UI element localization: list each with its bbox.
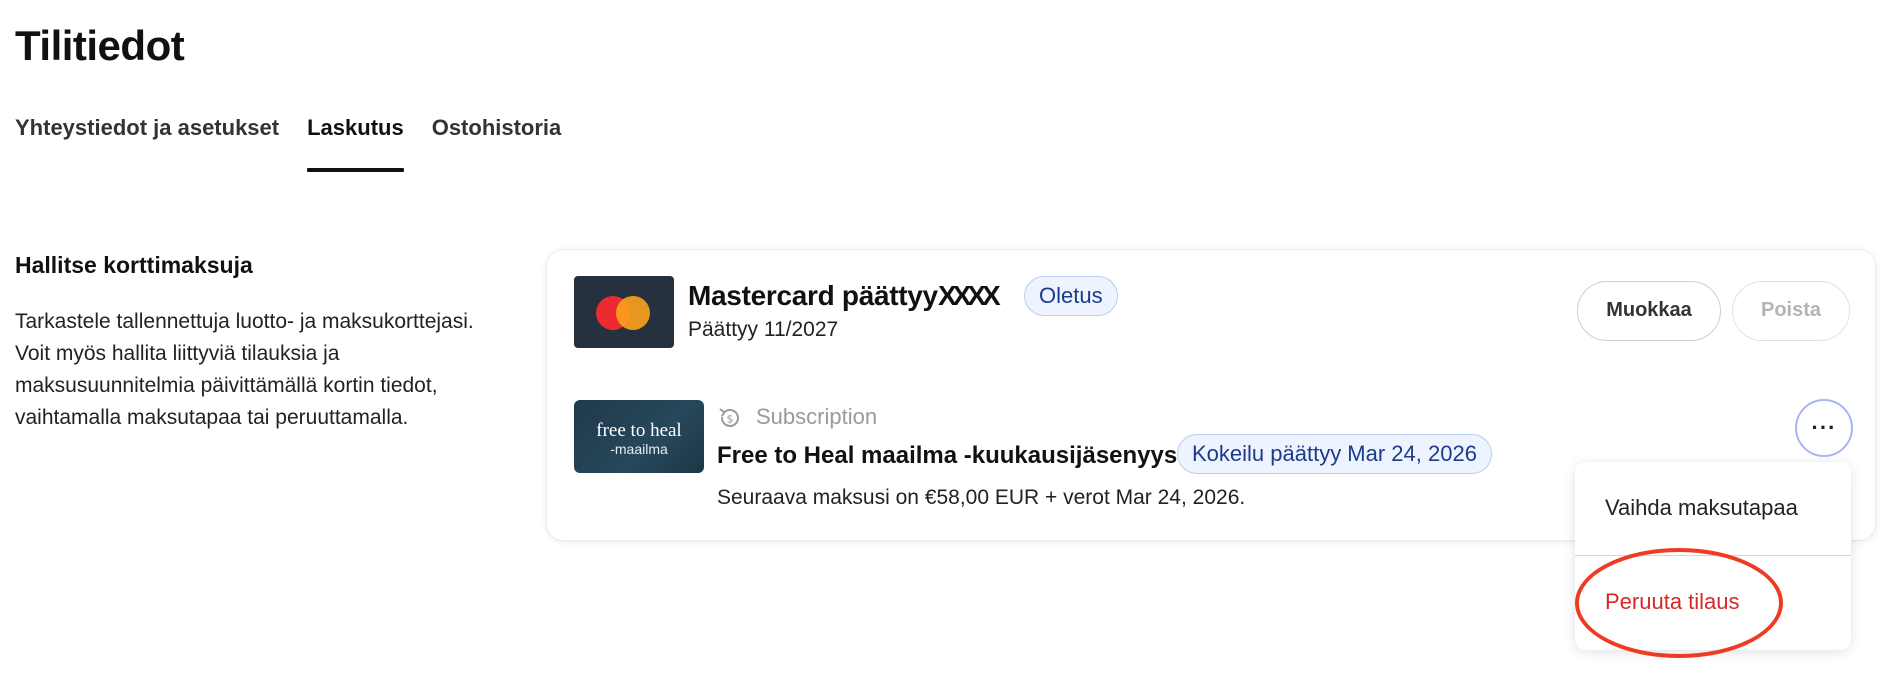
trial-status-badge: Kokeilu päättyy Mar 24, 2026 <box>1177 434 1492 474</box>
default-badge: Oletus <box>1024 276 1118 316</box>
next-payment-text: Seuraava maksusi on €58,00 EUR + verot M… <box>717 486 1246 509</box>
card-title: Mastercard päättyy <box>688 280 938 311</box>
tab-bar: Yhteystiedot ja asetukset Laskutus Ostoh… <box>15 114 589 172</box>
card-masked-digits: XXXX <box>938 280 1001 311</box>
page-title: Tilitiedot <box>15 22 185 69</box>
menu-item-change-payment-method[interactable]: Vaihda maksutapaa <box>1575 462 1851 554</box>
subscription-title: Free to Heal maailma -kuukausijäsenyys <box>717 442 1178 469</box>
svg-text:$: $ <box>727 413 734 426</box>
subscription-thumbnail: free to heal -maailma <box>574 400 704 473</box>
thumbnail-line1: free to heal <box>596 420 682 441</box>
more-options-button[interactable]: ··· <box>1795 399 1853 457</box>
options-menu: Vaihda maksutapaa Peruuta tilaus <box>1575 462 1851 650</box>
more-icon: ··· <box>1811 415 1837 440</box>
subscription-type: Subscription <box>756 404 878 429</box>
section-heading: Hallitse korttimaksuja <box>15 252 253 278</box>
recurring-payment-icon: $ <box>719 408 739 427</box>
billing-page: Tilitiedot Yhteystiedot ja asetukset Las… <box>0 0 1894 684</box>
tab-purchase-history[interactable]: Ostohistoria <box>432 114 562 172</box>
edit-card-button[interactable]: Muokkaa <box>1577 281 1721 341</box>
section-description: Tarkastele tallennettuja luotto- ja maks… <box>15 310 474 429</box>
delete-card-button[interactable]: Poista <box>1732 281 1850 341</box>
menu-item-cancel-subscription[interactable]: Peruuta tilaus <box>1575 556 1851 648</box>
card-expiry: Päättyy 11/2027 <box>688 318 839 341</box>
tab-billing[interactable]: Laskutus <box>307 114 404 172</box>
thumbnail-line2: -maailma <box>610 441 668 457</box>
tab-contact-settings[interactable]: Yhteystiedot ja asetukset <box>15 114 279 172</box>
mastercard-icon <box>574 276 674 348</box>
